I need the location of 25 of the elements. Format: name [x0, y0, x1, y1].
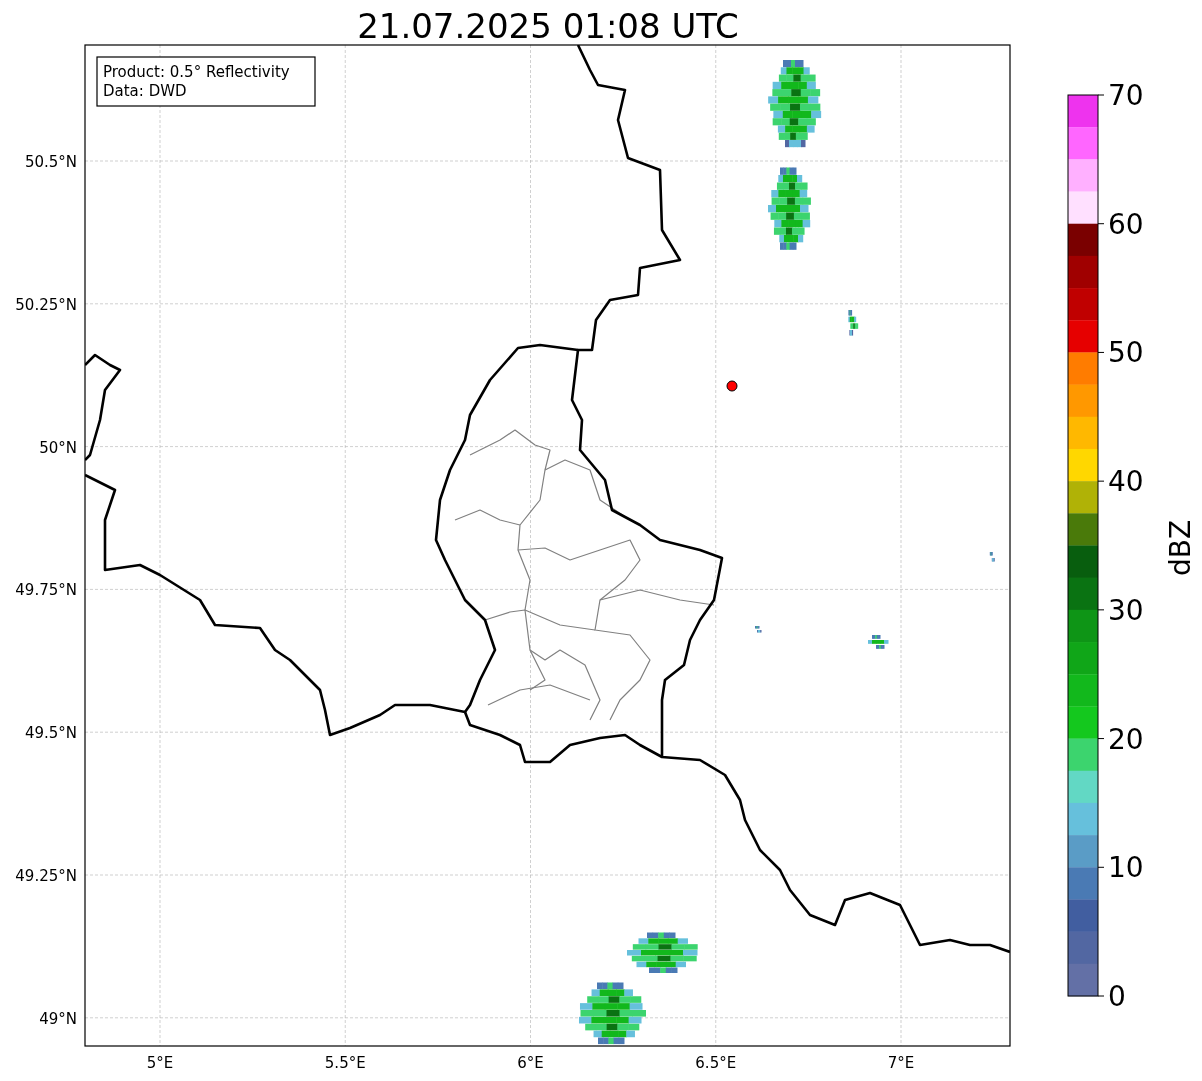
- chart-title: 21.07.2025 01:08 UTC: [357, 6, 739, 46]
- colorbar-label: dBZ: [1164, 519, 1197, 577]
- radar-site-marker: [726, 380, 738, 392]
- colorbar-tick-label: 10: [1108, 851, 1144, 885]
- latitude-label: 50.25°N: [15, 295, 77, 314]
- colorbar-tick-label: 40: [1108, 465, 1144, 499]
- colorbar-tick-label: 0: [1108, 980, 1126, 1013]
- legend-text: Data: DWD: [103, 82, 187, 100]
- longitude-label: 5.5°E: [324, 1054, 366, 1072]
- latitude-label: 49.25°N: [15, 867, 77, 885]
- longitude-label: 5°E: [146, 1054, 174, 1072]
- colorbar-tick-label: 70: [1108, 79, 1144, 112]
- latitude-label: 49°N: [39, 1009, 77, 1028]
- latitude-label: 50.5°N: [24, 153, 77, 171]
- longitude-label: 7°E: [887, 1054, 915, 1072]
- legend-text: Product: 0.5° Reflectivity: [103, 63, 290, 81]
- latitude-label: 50°N: [39, 438, 77, 457]
- colorbar-tick-label: 30: [1108, 593, 1144, 627]
- latitude-label: 49.75°N: [15, 581, 77, 600]
- colorbar-tick-label: 50: [1108, 336, 1144, 370]
- longitude-label: 6.5°E: [695, 1054, 737, 1072]
- colorbar-tick-label: 60: [1108, 207, 1144, 241]
- latitude-label: 49.5°N: [24, 724, 77, 743]
- longitude-label: 6°E: [517, 1054, 544, 1072]
- colorbar-tick-label: 20: [1108, 722, 1144, 756]
